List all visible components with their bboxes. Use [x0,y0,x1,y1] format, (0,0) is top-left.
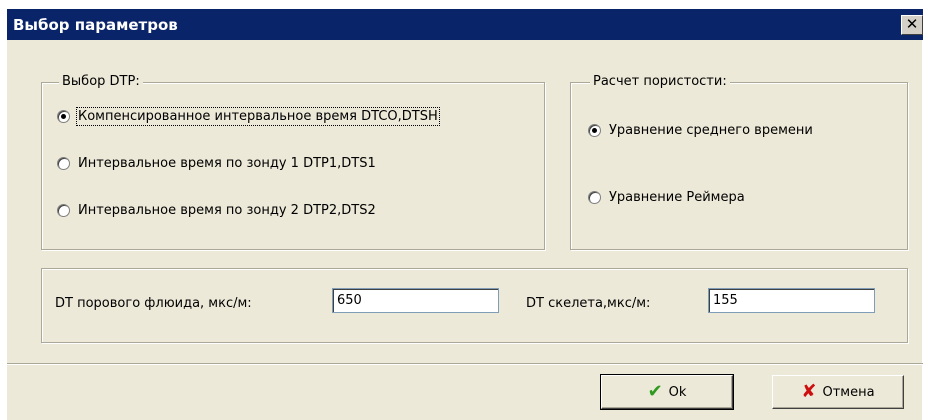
fluid-dt-input[interactable] [332,288,499,313]
title-bar[interactable]: Выбор параметров ✕ [7,9,923,40]
button-separator [7,363,923,365]
dtp-option-probe2-radio[interactable] [57,204,70,217]
dtp-group: Выбор DTP: Компенсированное интервальное… [41,74,545,250]
parameters-dialog: Выбор параметров ✕ Выбор DTP: Компенсиро… [6,8,923,420]
porosity-option-raymer[interactable]: Уравнение Реймера [588,190,745,205]
dtp-option-compensated[interactable]: Компенсированное интервальное время DTCO… [57,107,440,126]
porosity-group: Расчет пористости: Уравнение среднего вр… [570,74,908,250]
cancel-button-label: Отмена [822,384,875,400]
porosity-option-mean-time-label: Уравнение среднего времени [609,123,813,138]
porosity-option-mean-time[interactable]: Уравнение среднего времени [588,123,813,138]
window-title: Выбор параметров [13,16,178,34]
dtp-option-probe1-radio[interactable] [57,157,70,170]
dtp-option-compensated-label: Компенсированное интервальное время DTCO… [76,107,440,126]
close-button[interactable]: ✕ [901,15,923,35]
skeleton-dt-input[interactable] [708,288,875,313]
cancel-button[interactable]: ✘ Отмена [772,375,904,409]
params-group: DT порового флюида, мкс/м: DT скелета,мк… [41,268,908,343]
fluid-dt-label: DT порового флюида, мкс/м: [55,296,252,311]
ok-button[interactable]: ✔ Ok [600,374,734,410]
dtp-option-probe1[interactable]: Интервальное время по зонду 1 DTP1,DTS1 [57,156,376,171]
check-icon: ✔ [647,381,663,402]
porosity-option-raymer-radio[interactable] [588,191,601,204]
porosity-group-legend: Расчет пористости: [590,74,730,89]
dtp-option-probe1-label: Интервальное время по зонду 1 DTP1,DTS1 [78,156,376,171]
dtp-option-probe2[interactable]: Интервальное время по зонду 2 DTP2,DTS2 [57,203,376,218]
ok-button-label: Ok [668,384,687,400]
porosity-option-mean-time-radio[interactable] [588,124,601,137]
porosity-option-raymer-label: Уравнение Реймера [609,190,745,205]
close-icon: ✕ [905,15,919,33]
dtp-group-legend: Выбор DTP: [59,74,143,89]
skeleton-dt-label: DT скелета,мкс/м: [526,296,651,311]
dtp-option-compensated-radio[interactable] [57,110,70,123]
dtp-option-probe2-label: Интервальное время по зонду 2 DTP2,DTS2 [78,203,376,218]
cross-icon: ✘ [801,381,817,402]
